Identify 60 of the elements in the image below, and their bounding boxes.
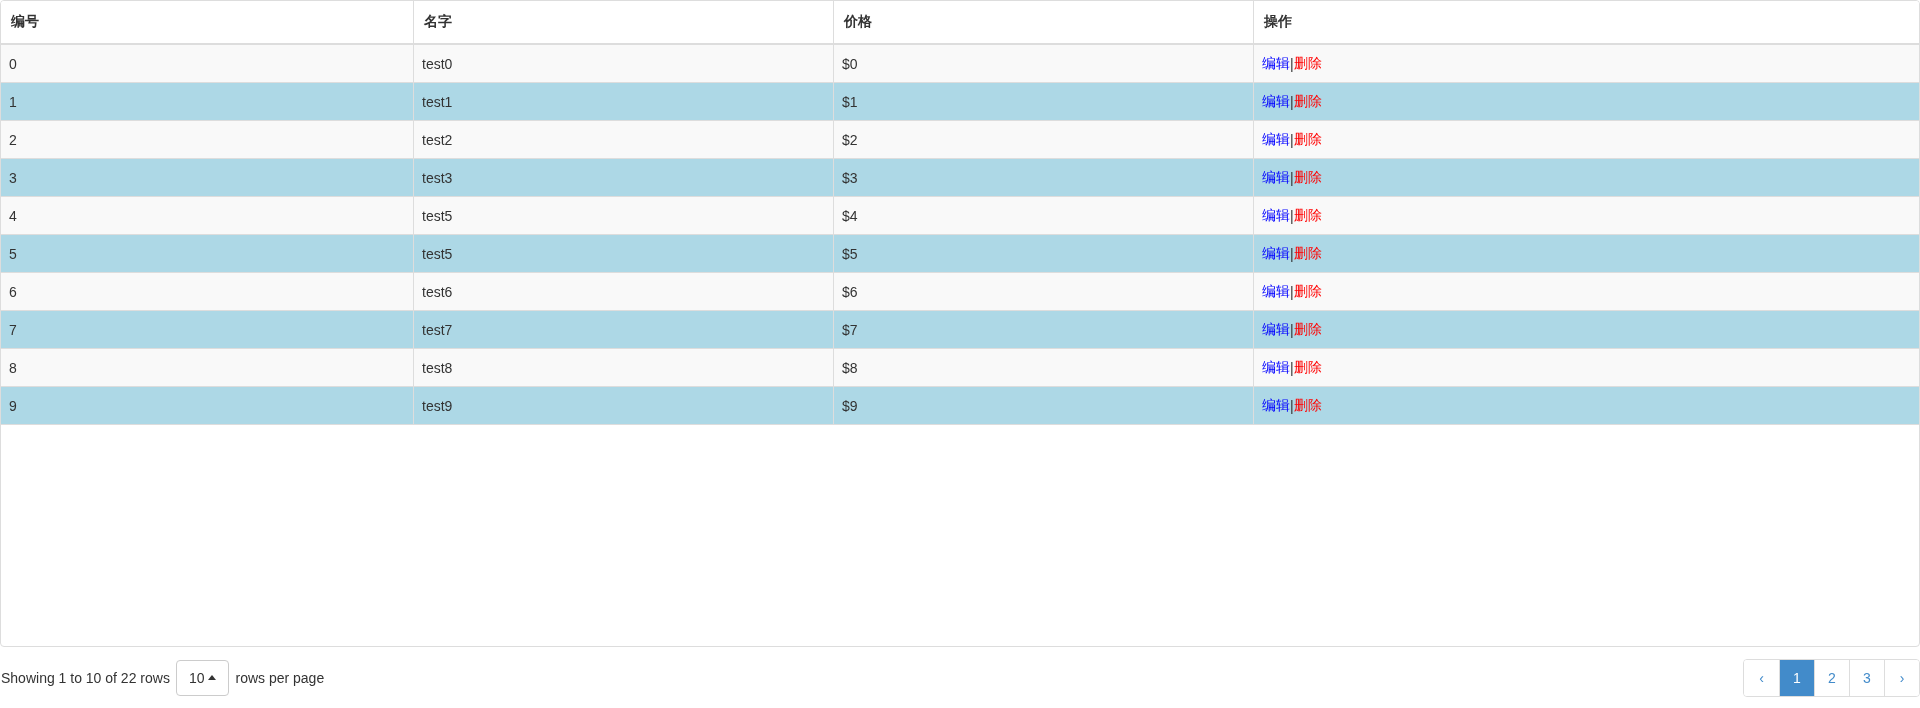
table-cell: $1: [833, 83, 1253, 121]
separator: |: [1290, 321, 1294, 338]
table-cell: $8: [833, 349, 1253, 387]
table-cell: $7: [833, 311, 1253, 349]
separator: |: [1290, 397, 1294, 414]
pagination-summary: Showing 1 to 10 of 22 rows: [1, 669, 170, 686]
separator: |: [1290, 283, 1294, 300]
caret-up-icon: [208, 675, 217, 680]
table-cell: test8: [413, 349, 833, 387]
separator: |: [1290, 207, 1294, 224]
table-cell: test6: [413, 273, 833, 311]
column-header: 名字: [413, 1, 833, 45]
edit-link[interactable]: 编辑: [1262, 168, 1290, 187]
edit-link[interactable]: 编辑: [1262, 206, 1290, 225]
page-size-dropdown[interactable]: 10: [175, 659, 230, 696]
edit-link[interactable]: 编辑: [1262, 396, 1290, 415]
column-header: 操作: [1253, 1, 1919, 45]
column-header: 价格: [833, 1, 1253, 45]
page-size-label: rows per page: [235, 669, 325, 686]
table-cell: 2: [1, 121, 413, 159]
table-cell: 0: [1, 45, 413, 83]
table-cell: $4: [833, 197, 1253, 235]
separator: |: [1290, 93, 1294, 110]
table-cell: 5: [1, 235, 413, 273]
table-cell: test7: [413, 311, 833, 349]
table-cell: test9: [413, 387, 833, 425]
table-cell: test2: [413, 121, 833, 159]
table-cell: 1: [1, 83, 413, 121]
table-cell: $0: [833, 45, 1253, 83]
edit-link[interactable]: 编辑: [1262, 130, 1290, 149]
edit-link[interactable]: 编辑: [1262, 282, 1290, 301]
column-header: 编号: [1, 1, 413, 45]
separator: |: [1290, 169, 1294, 186]
page-button[interactable]: 1: [1779, 659, 1814, 696]
table-cell: test5: [413, 235, 833, 273]
edit-link[interactable]: 编辑: [1262, 244, 1290, 263]
table-cell: 7: [1, 311, 413, 349]
table-cell: $9: [833, 387, 1253, 425]
table-cell: test3: [413, 159, 833, 197]
edit-link[interactable]: 编辑: [1262, 320, 1290, 339]
table-cell: $6: [833, 273, 1253, 311]
table-cell: test0: [413, 45, 833, 83]
table-cell: $2: [833, 121, 1253, 159]
edit-link[interactable]: 编辑: [1262, 358, 1290, 377]
edit-link[interactable]: 编辑: [1262, 54, 1290, 73]
page-button[interactable]: ›: [1884, 659, 1919, 696]
table-cell: 6: [1, 273, 413, 311]
separator: |: [1290, 131, 1294, 148]
table-cell: $3: [833, 159, 1253, 197]
separator: |: [1290, 245, 1294, 262]
table-cell: $5: [833, 235, 1253, 273]
table-cell: 8: [1, 349, 413, 387]
table-cell: test5: [413, 197, 833, 235]
edit-link[interactable]: 编辑: [1262, 92, 1290, 111]
table-cell: 3: [1, 159, 413, 197]
separator: |: [1290, 359, 1294, 376]
separator: |: [1290, 55, 1294, 72]
table-cell: test1: [413, 83, 833, 121]
table-cell: 9: [1, 387, 413, 425]
table-cell: 4: [1, 197, 413, 235]
